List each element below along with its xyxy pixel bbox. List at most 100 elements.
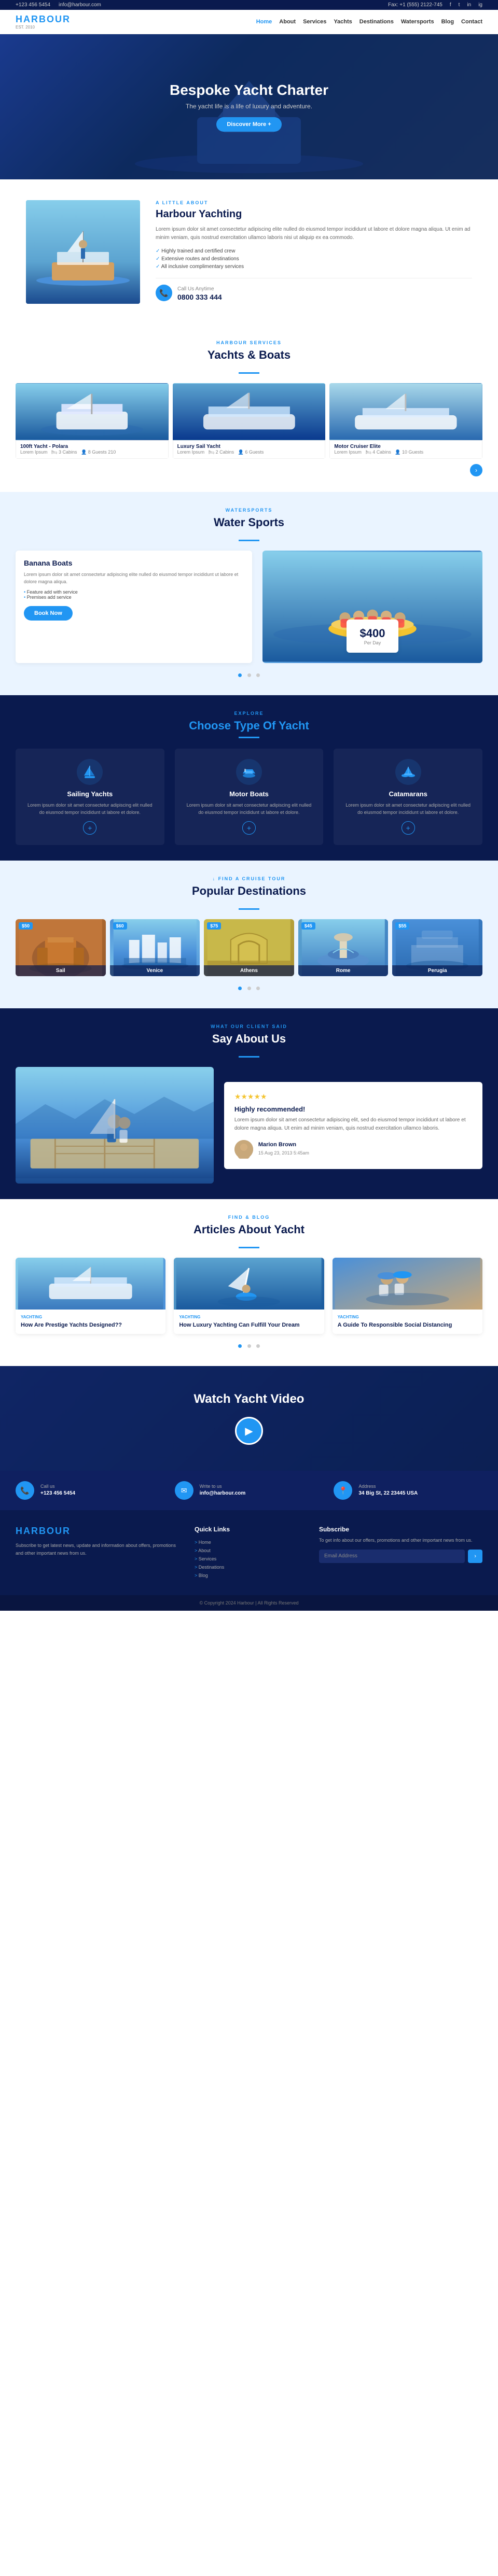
footer-links: Quick Links Home About Services Destinat… xyxy=(195,1526,303,1580)
test-content: ★★★★★ Highly recommended! Lorem ipsum do… xyxy=(16,1067,482,1184)
hero-content: Bespoke Yacht Charter The yacht life is … xyxy=(170,82,328,132)
nav-watersports[interactable]: Watersports xyxy=(401,19,434,25)
ws-book-button[interactable]: Book Now xyxy=(24,606,73,621)
motor-icon xyxy=(236,759,262,785)
yacht-navigation: › xyxy=(16,464,482,476)
dest-card-1[interactable]: $50 Sail xyxy=(16,919,106,976)
dest-label-2: Venice xyxy=(110,965,200,976)
ws-image: $400 Per Day xyxy=(262,551,482,663)
dest-card-5[interactable]: $55 Perugia xyxy=(392,919,482,976)
ws-features: Feature add with service Premises add se… xyxy=(24,589,244,600)
dest-price-2: $60 xyxy=(113,922,127,930)
ws-description: Lorem ipsum dolor sit amet consectetur a… xyxy=(24,571,244,585)
test-author-info: Marion Brown 15 Aug 23, 2013 5:45am xyxy=(258,1142,309,1157)
subscribe-email-input[interactable] xyxy=(319,1550,465,1563)
choose-desc-3: Lorem ipsum dolor sit amet consectetur a… xyxy=(344,802,472,816)
art-dot-1 xyxy=(238,1344,242,1348)
article-svg-3 xyxy=(333,1258,482,1310)
ws-card: Banana Boats Lorem ipsum dolor sit amet … xyxy=(16,551,252,663)
dest-card-2[interactable]: $60 Venice xyxy=(110,919,200,976)
water-sports-section: WATERSPORTS Water Sports Banana Boats Lo… xyxy=(0,492,498,695)
ws-price-badge: $400 Per Day xyxy=(347,620,398,653)
yacht-card-info-3: Motor Cruiser Elite Lorem Ipsum 🛏 4 Cabi… xyxy=(329,440,482,459)
choose-desc-1: Lorem ipsum dolor sit amet consectetur a… xyxy=(26,802,154,816)
choose-btn-3[interactable]: + xyxy=(402,821,415,835)
nav-home[interactable]: Home xyxy=(256,19,272,25)
footer-link-2[interactable]: About xyxy=(195,1546,303,1555)
nav-contact[interactable]: Contact xyxy=(461,19,482,25)
dest-label-1: Sail xyxy=(16,965,106,976)
nav-about[interactable]: About xyxy=(279,19,296,25)
nav-services[interactable]: Services xyxy=(303,19,326,25)
choose-btn-2[interactable]: + xyxy=(242,821,256,835)
test-heading: Say About Us xyxy=(16,1032,482,1046)
art-dot-2 xyxy=(247,1344,251,1348)
choose-heading-pre: Choose xyxy=(189,719,231,732)
ws-feature-1: Feature add with service xyxy=(24,589,244,595)
yacht-title-3: Motor Cruiser Elite xyxy=(334,444,478,449)
fc-text-3: Address 34 Big St, 22 23445 USA xyxy=(358,1481,418,1496)
play-button[interactable]: ▶ xyxy=(235,1417,263,1445)
article-svg-2 xyxy=(174,1258,324,1310)
dest-card-3[interactable]: $75 Athens xyxy=(204,919,294,976)
about-feature-1: Highly trained and certified crew xyxy=(156,247,472,255)
ws-feature-2: Premises add service xyxy=(24,595,244,600)
author-avatar-img xyxy=(234,1140,253,1159)
footer-link-3[interactable]: Services xyxy=(195,1555,303,1563)
ws-pagination xyxy=(16,670,482,680)
choose-grid: Sailing Yachts Lorem ipsum dolor sit ame… xyxy=(16,749,482,845)
article-tag-1: YACHTING xyxy=(21,1315,160,1319)
footer-link-4[interactable]: Destinations xyxy=(195,1563,303,1571)
ws-heading: Water Sports xyxy=(16,516,482,529)
article-card-1: YACHTING How Are Prestige Yachts Designe… xyxy=(16,1258,165,1334)
footer-logo: HARBOUR xyxy=(16,1526,179,1537)
dest-label-3: Athens xyxy=(204,965,294,976)
footer-link-5[interactable]: Blog xyxy=(195,1571,303,1580)
nav-yachts[interactable]: Yachts xyxy=(334,19,352,25)
yacht-next-button[interactable]: › xyxy=(470,464,482,476)
destinations-section: ↓ FIND A CRUISE TOUR Popular Destination… xyxy=(0,861,498,1008)
yachts-grid: 100ft Yacht - Polara Lorem Ipsum 🛏 3 Cab… xyxy=(16,383,482,459)
footer-about-text: Subscribe to get latest news, update and… xyxy=(16,1542,179,1557)
social-facebook[interactable]: f xyxy=(450,2,451,8)
about-features: Highly trained and certified crew Extens… xyxy=(156,247,472,271)
about-image xyxy=(26,200,140,304)
nav-destinations[interactable]: Destinations xyxy=(359,19,394,25)
ws-price: $400 xyxy=(355,627,390,640)
catamaran-icon-svg xyxy=(400,764,416,780)
footer-link-1[interactable]: Home xyxy=(195,1538,303,1546)
fc-value-3: 34 Big St, 22 23445 USA xyxy=(358,1490,418,1496)
subscribe-submit-button[interactable]: › xyxy=(468,1550,482,1563)
social-twitter[interactable]: t xyxy=(459,2,460,8)
social-linkedin[interactable]: in xyxy=(467,2,471,8)
test-image xyxy=(16,1067,214,1184)
dest-tag: ↓ FIND A CRUISE TOUR xyxy=(16,876,482,881)
test-card: ★★★★★ Highly recommended! Lorem ipsum do… xyxy=(224,1082,482,1169)
article-body-1: YACHTING How Are Prestige Yachts Designe… xyxy=(16,1310,165,1334)
yachts-divider xyxy=(239,372,259,374)
dest-card-4[interactable]: $45 Rome xyxy=(298,919,389,976)
yacht-card-img-1 xyxy=(16,383,169,440)
yacht-card-info-1: 100ft Yacht - Polara Lorem Ipsum 🛏 3 Cab… xyxy=(16,440,169,459)
test-author-name: Marion Brown xyxy=(258,1142,309,1148)
subscribe-form: › xyxy=(319,1550,482,1563)
hero-cta-button[interactable]: Discover More + xyxy=(216,117,281,132)
footer-contact-item-3: 📍 Address 34 Big St, 22 23445 USA xyxy=(334,1481,482,1500)
topbar-fax: Fax: +1 (555) 2122-745 xyxy=(388,2,442,8)
footer-bottom: © Copyright 2024 Harbour | All Rights Re… xyxy=(0,1595,498,1611)
article-body-2: YACHTING How Luxury Yachting Can Fulfill… xyxy=(174,1310,324,1334)
phone-contact-icon: 📞 xyxy=(16,1481,34,1500)
choose-section: EXPLORE Choose Type Of Yacht Sailing Yac… xyxy=(0,695,498,861)
article-tag-2: YACHTING xyxy=(179,1315,319,1319)
footer-subscribe: Subscribe To get info about our offers, … xyxy=(319,1526,482,1580)
nav-blog[interactable]: Blog xyxy=(441,19,454,25)
about-description: Lorem ipsum dolor sit amet consectetur a… xyxy=(156,226,472,242)
ws-price-label: Per Day xyxy=(355,640,390,645)
social-instagram[interactable]: ig xyxy=(478,2,482,8)
yacht-svg-3 xyxy=(329,383,482,440)
topbar-phone1: +123 456 5454 xyxy=(16,2,50,8)
choose-tag: EXPLORE xyxy=(16,711,482,716)
dest-dot-2 xyxy=(247,987,251,990)
choose-card-motor: Motor Boats Lorem ipsum dolor sit amet c… xyxy=(175,749,324,845)
choose-btn-1[interactable]: + xyxy=(83,821,96,835)
